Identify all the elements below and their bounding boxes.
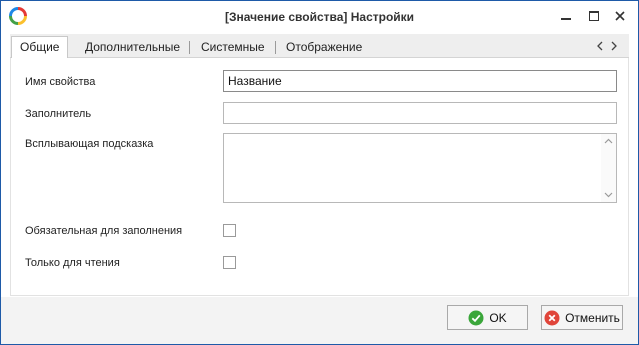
ok-button-label: OK (489, 310, 507, 325)
maximize-button[interactable] (581, 4, 607, 28)
scroll-down-icon[interactable] (604, 190, 613, 199)
tab-scroll-left-icon[interactable] (595, 40, 605, 52)
property-name-input[interactable] (223, 70, 617, 92)
tab-separator (275, 41, 276, 54)
placeholder-label: Заполнитель (25, 108, 92, 120)
dialog-window: [Значение свойства] Настройки Общие Допо… (0, 0, 639, 345)
ok-button[interactable]: OK (447, 305, 528, 330)
placeholder-input[interactable] (223, 102, 617, 124)
required-label: Обязательная для заполнения (25, 225, 183, 237)
scroll-up-icon[interactable] (604, 137, 613, 146)
window-title: [Значение свойства] Настройки (224, 10, 415, 24)
required-checkbox[interactable] (223, 224, 236, 237)
tooltip-textarea-frame (223, 133, 617, 203)
close-button[interactable] (607, 4, 633, 28)
tooltip-textarea[interactable] (224, 134, 600, 202)
title-bar[interactable]: [Значение свойства] Настройки (1, 1, 638, 32)
readonly-label: Только для чтения (25, 257, 120, 269)
maximize-icon (589, 11, 599, 21)
minimize-button[interactable] (553, 4, 579, 28)
tab-general[interactable]: Общие (11, 36, 69, 59)
tab-system[interactable]: Системные (193, 37, 273, 58)
checkmark-icon (468, 310, 484, 325)
minimize-icon (561, 18, 571, 20)
tab-separator (189, 41, 190, 54)
general-tab-panel: Имя свойства Заполнитель Всплывающая под… (10, 58, 629, 296)
cancel-icon (544, 310, 560, 325)
tab-display[interactable]: Отображение (278, 37, 370, 58)
dialog-footer: OK Отменить (1, 297, 638, 344)
cancel-button-label: Отменить (565, 310, 620, 325)
readonly-checkbox[interactable] (223, 256, 236, 269)
tooltip-scrollbar[interactable] (601, 134, 616, 202)
tab-bar: Общие Дополнительные Системные Отображен… (10, 34, 629, 59)
tab-additional[interactable]: Дополнительные (77, 37, 188, 58)
cancel-button[interactable]: Отменить (541, 305, 623, 330)
close-icon (615, 11, 625, 21)
property-name-label: Имя свойства (25, 76, 96, 88)
tab-scroll-right-icon[interactable] (609, 40, 619, 52)
tooltip-label: Всплывающая подсказка (25, 138, 154, 150)
